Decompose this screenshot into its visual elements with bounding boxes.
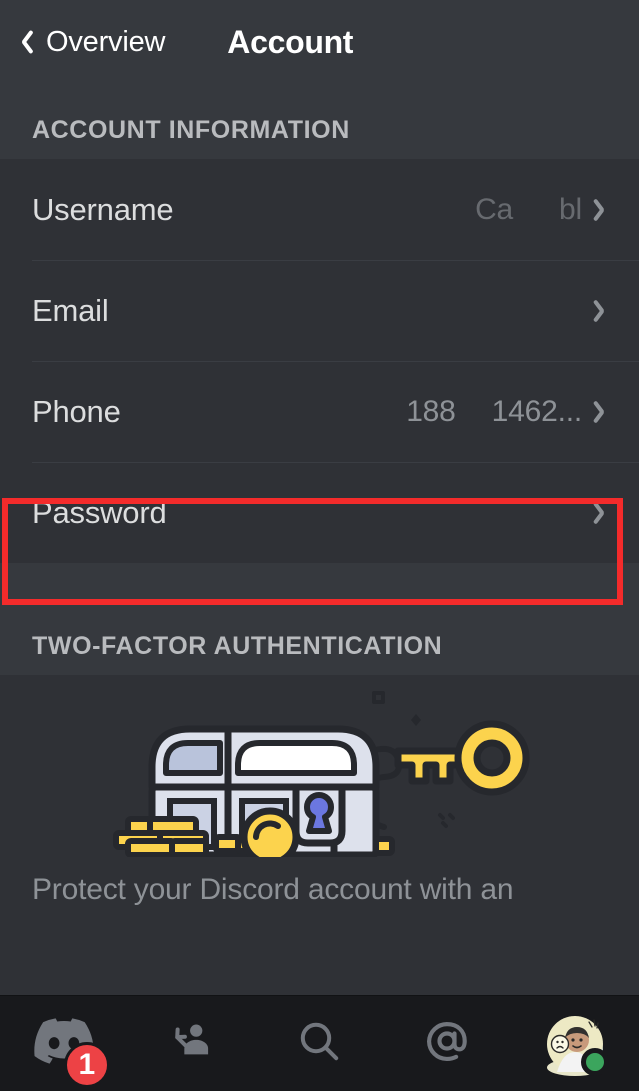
nav-item-mentions[interactable] [383,996,511,1091]
section-header-two-factor-authentication: TWO-FACTOR AUTHENTICATION [0,563,639,675]
row-right [596,298,611,324]
mention-at-icon [422,1016,472,1071]
nav-item-servers[interactable]: 1 [0,996,128,1091]
phone-value-fragment-2: 1462... [491,394,583,428]
chevron-right-icon [596,500,611,526]
phone-value: 188 1462... [406,395,582,429]
row-right: 188 1462... [406,395,611,429]
username-value-fragment-2: bl [559,192,582,226]
row-label: Username [32,191,174,227]
row-username[interactable]: Username Ca bl [0,159,639,260]
unread-badge: 1 [63,1041,110,1088]
row-phone[interactable]: Phone 188 1462... [0,361,639,462]
status-indicator-online [581,1047,610,1076]
settings-scroll-area[interactable]: ACCOUNT INFORMATION Username Ca bl Email [0,84,639,995]
row-label: Password [32,494,167,530]
row-label: Phone [32,393,121,429]
row-right [596,500,611,526]
row-right: Ca bl [475,193,611,227]
friends-icon [169,1018,215,1069]
back-to-overview-button[interactable]: Overview [16,26,165,59]
account-information-rows: Username Ca bl Email Phone 188 1462... P… [0,159,639,563]
treasure-chest-with-key-illustration [0,689,639,857]
nav-item-friends[interactable] [128,996,256,1091]
section-label: TWO-FACTOR AUTHENTICATION [32,632,443,660]
phone-value-fragment-1: 188 [406,394,456,428]
search-icon [295,1017,343,1070]
screen-header: Overview Account [0,0,639,84]
section-header-account-information: ACCOUNT INFORMATION [0,84,639,159]
chevron-right-icon [596,197,611,223]
avatar [547,1015,610,1076]
page-title: Account [227,23,354,60]
two-factor-promo: Protect your Discord account with an [0,675,639,907]
chevron-right-icon [596,399,611,425]
section-label: ACCOUNT INFORMATION [32,116,350,144]
chevron-left-icon [16,28,33,56]
chevron-right-icon [596,298,611,324]
discord-account-settings-screen: Overview Account ACCOUNT INFORMATION Use… [0,0,639,1091]
two-factor-promo-text: Protect your Discord account with an [32,873,514,906]
nav-item-profile[interactable] [511,996,639,1091]
username-value: Ca bl [475,193,582,227]
username-value-fragment-1: Ca [475,192,514,226]
row-password[interactable]: Password [0,462,639,563]
row-label: Email [32,292,109,328]
row-email[interactable]: Email [0,260,639,361]
bottom-navigation-bar: 1 [0,995,639,1091]
back-label: Overview [46,25,166,58]
nav-item-search[interactable] [256,996,384,1091]
